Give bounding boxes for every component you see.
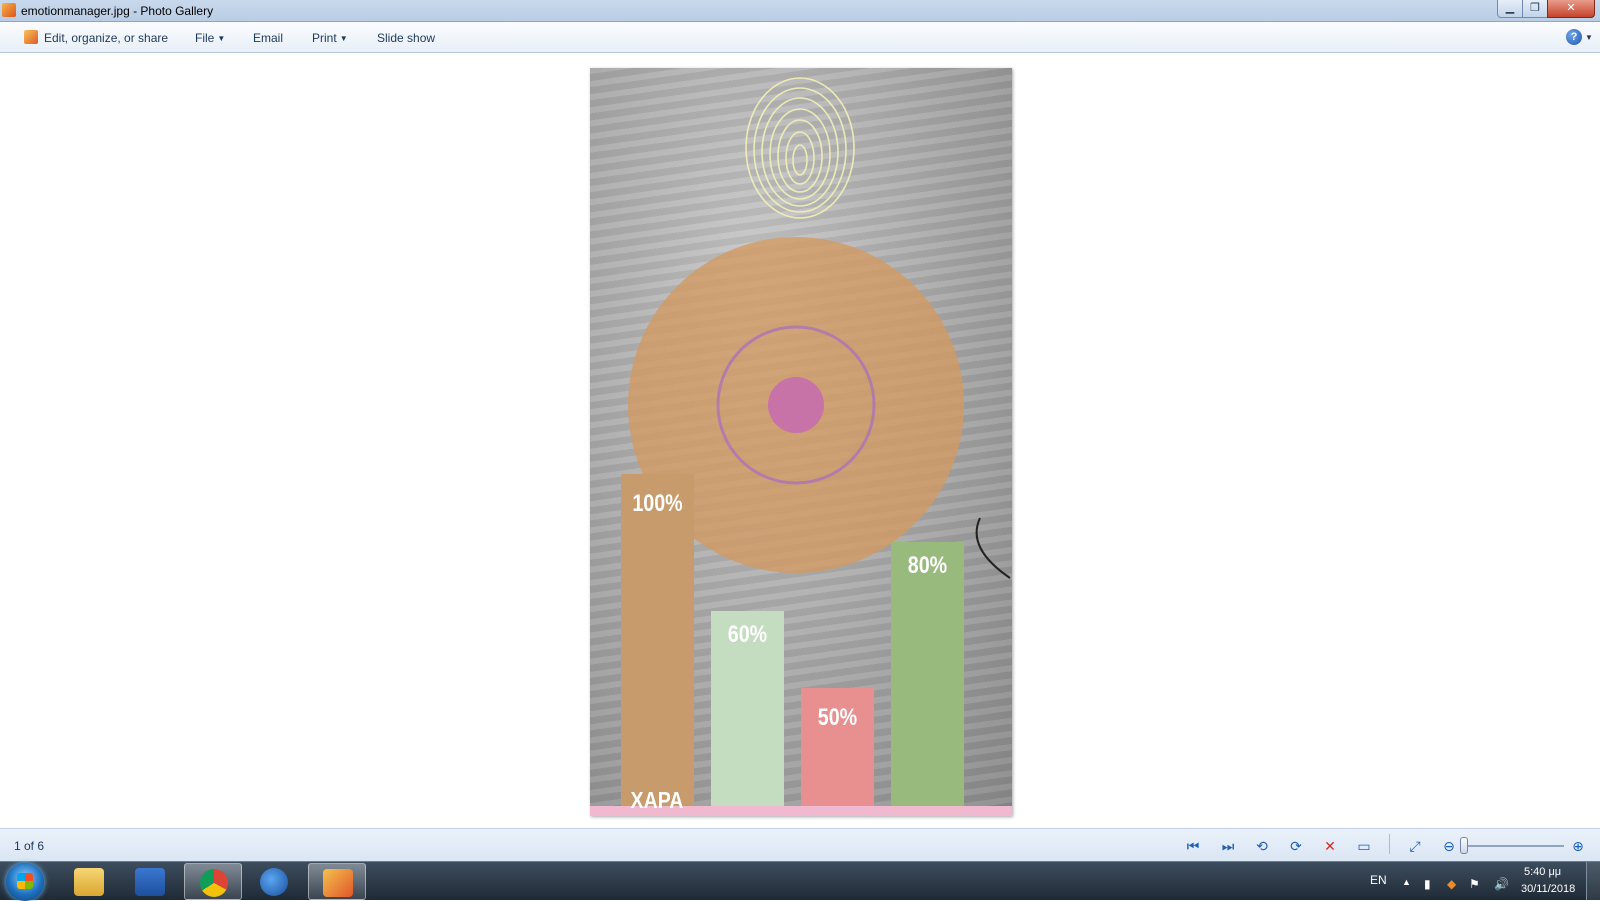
- status-separator: [1389, 834, 1390, 854]
- maximize-button[interactable]: ❐: [1522, 0, 1548, 18]
- email-button[interactable]: Email: [253, 31, 283, 45]
- clock-time[interactable]: 5:40 μμ: [1524, 866, 1561, 878]
- taskbar-chrome[interactable]: [184, 863, 242, 900]
- zoom-in-icon[interactable]: ⊕: [1569, 838, 1587, 854]
- delete-icon[interactable]: ✕: [1321, 838, 1339, 854]
- actual-size-icon[interactable]: ⤢: [1406, 838, 1424, 854]
- taskbar: EN 5:40 μμ 30/11/2018: [0, 861, 1600, 901]
- rotate-left-icon[interactable]: ⟲: [1253, 838, 1271, 854]
- edit-organize-icon: [24, 30, 38, 44]
- minimize-button[interactable]: ▁: [1497, 0, 1523, 18]
- show-hidden-icons-icon[interactable]: ▲: [1402, 876, 1416, 888]
- photo-viewer-image: 100% 60% 50% 80% ΧΑΡΑ: [590, 68, 1012, 816]
- word-icon: [135, 868, 165, 896]
- print-label: Print: [312, 31, 337, 45]
- next-icon[interactable]: ⏭: [1219, 838, 1237, 854]
- clock-date[interactable]: 30/11/2018: [1521, 883, 1575, 895]
- bar-value-label: 60%: [727, 621, 768, 648]
- edit-label: Edit, organize, or share: [44, 31, 169, 45]
- start-button[interactable]: [6, 863, 44, 901]
- avast-icon[interactable]: ◆: [1447, 878, 1461, 890]
- zoom-slider-track[interactable]: [1464, 845, 1564, 847]
- file-menu[interactable]: File ▼: [195, 31, 225, 45]
- volume-icon[interactable]: 🔊: [1494, 878, 1509, 890]
- chart-bar: 50%: [801, 688, 874, 816]
- edit-organize-share-button[interactable]: Edit, organize, or share: [44, 31, 168, 45]
- chrome-icon: [200, 869, 228, 897]
- chart-bar: 80%: [891, 542, 964, 816]
- slideshow-icon[interactable]: ▭: [1355, 838, 1373, 854]
- taskbar-firefox[interactable]: [245, 863, 303, 900]
- fingerprint-icon: [745, 77, 855, 219]
- language-indicator[interactable]: EN: [1370, 873, 1387, 887]
- image-counter: 1 of 6: [14, 839, 45, 853]
- bar-value-label: 50%: [817, 704, 858, 731]
- chart-bar: 100%: [621, 474, 694, 816]
- command-bar: Edit, organize, or share File ▼ Email Pri…: [0, 22, 1600, 53]
- bar-value-label: 100%: [632, 490, 683, 517]
- title-bar: emotionmanager.jpg - Photo Gallery: [0, 0, 1600, 22]
- file-label: File: [195, 31, 215, 45]
- zoom-out-icon[interactable]: ⊖: [1440, 838, 1458, 854]
- previous-icon[interactable]: ⏮: [1184, 838, 1202, 854]
- emotion-label: ΧΑΡΑ: [630, 787, 684, 813]
- email-label: Email: [253, 31, 284, 45]
- taskbar-photo-gallery[interactable]: [308, 863, 366, 900]
- slideshow-button[interactable]: Slide show: [377, 31, 435, 45]
- crack-line: [975, 517, 1011, 579]
- chart-bar: 60%: [711, 611, 784, 816]
- help-icon[interactable]: ?: [1566, 29, 1582, 45]
- firefox-icon: [260, 868, 288, 896]
- zoom-slider-thumb[interactable]: [1460, 837, 1468, 854]
- taskbar-explorer[interactable]: [60, 863, 118, 900]
- print-menu[interactable]: Print ▼: [312, 31, 348, 45]
- folder-icon: [74, 868, 104, 896]
- chevron-down-icon[interactable]: ▼: [1585, 33, 1593, 42]
- bar-value-label: 80%: [907, 552, 948, 579]
- show-desktop-button[interactable]: [1586, 862, 1600, 900]
- windows-logo-icon: [17, 873, 33, 889]
- window-title: emotionmanager.jpg - Photo Gallery: [21, 4, 214, 18]
- photo-gallery-icon: [323, 869, 353, 897]
- close-button[interactable]: ✕: [1547, 0, 1595, 18]
- rotate-right-icon[interactable]: ⟳: [1287, 838, 1305, 854]
- chevron-down-icon: ▼: [217, 34, 226, 43]
- network-icon[interactable]: ▮: [1424, 878, 1438, 890]
- action-center-icon[interactable]: ⚑: [1469, 878, 1483, 890]
- photo-gallery-icon: [2, 3, 16, 17]
- chevron-down-icon: ▼: [339, 34, 348, 43]
- slideshow-label: Slide show: [377, 31, 436, 45]
- taskbar-word[interactable]: [121, 863, 179, 900]
